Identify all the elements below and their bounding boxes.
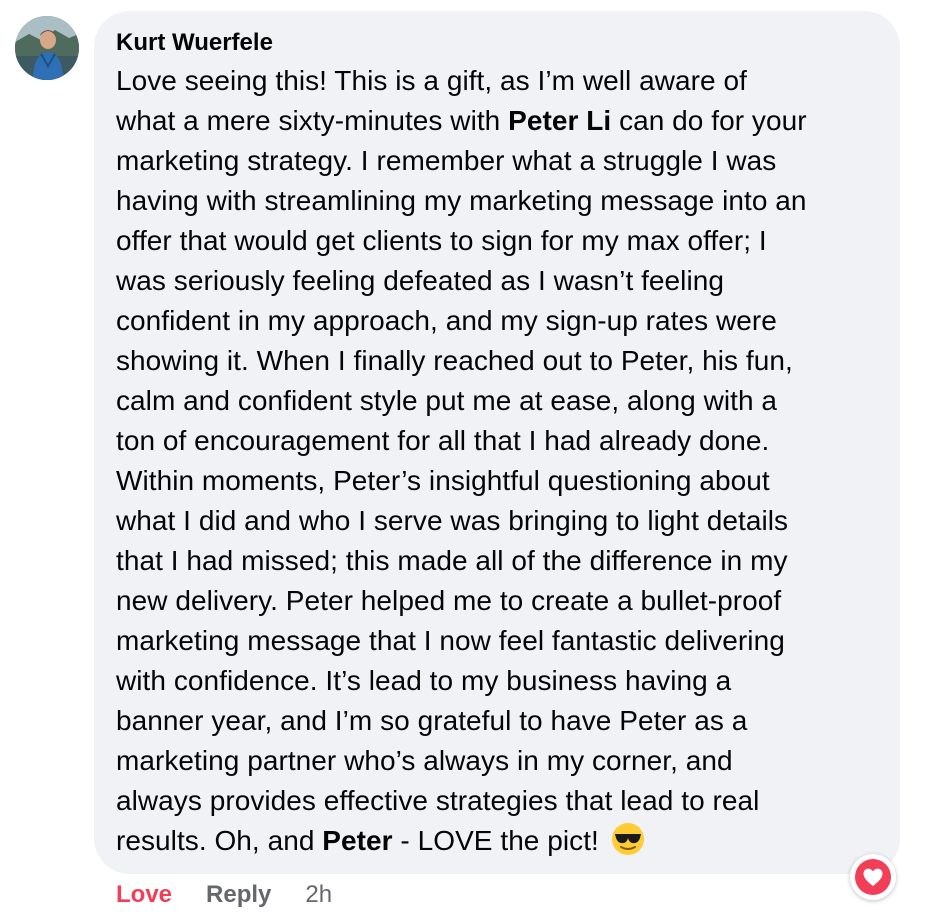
comment-line-text: - LOVE the pict!	[392, 825, 607, 856]
comment-line-text: that I had missed; this made all of the …	[116, 545, 788, 576]
comment-line: that I had missed; this made all of the …	[116, 541, 880, 581]
comment-line: ton of encouragement for all that I had …	[116, 421, 880, 461]
love-reaction-button[interactable]: Love	[116, 881, 172, 909]
comment-line: having with streamlining my marketing me…	[116, 181, 880, 221]
timestamp[interactable]: 2h	[305, 881, 332, 909]
comment-line: banner year, and I’m so grateful to have…	[116, 701, 880, 741]
comment-line: what I did and who I serve was bringing …	[116, 501, 880, 541]
comment-line-text: confident in my approach, and my sign-up…	[116, 305, 777, 336]
comment-line-text: Love seeing this! This is a gift, as I’m…	[116, 65, 747, 96]
comment-line: new delivery. Peter helped me to create …	[116, 581, 880, 621]
comment-line: offer that would get clients to sign for…	[116, 221, 880, 261]
comment-line-text: always provides effective strategies tha…	[116, 785, 760, 816]
comment-line: what a mere sixty-minutes with Peter Li …	[116, 101, 880, 141]
comment-line-text: with confidence. It’s lead to my busines…	[116, 665, 732, 696]
sunglasses-emoji-icon	[611, 823, 644, 855]
comment-line-text: marketing partner who’s always in my cor…	[116, 745, 733, 776]
comment-line-text: new delivery. Peter helped me to create …	[116, 585, 782, 616]
reaction-badge[interactable]	[850, 854, 896, 900]
comment-line: with confidence. It’s lead to my busines…	[116, 661, 880, 701]
comment-line-text: calm and confident style put me at ease,…	[116, 385, 778, 416]
avatar-photo-icon	[15, 16, 79, 80]
mention-link[interactable]: Peter	[322, 825, 392, 856]
comment-line: marketing partner who’s always in my cor…	[116, 741, 880, 781]
comment-line-text: ton of encouragement for all that I had …	[116, 425, 770, 456]
comment-line-text: marketing message that I now feel fantas…	[116, 625, 785, 656]
comment-line-text: offer that would get clients to sign for…	[116, 225, 767, 256]
comment-line-text: what I did and who I serve was bringing …	[116, 505, 789, 536]
comment-line-text: results. Oh, and	[116, 825, 323, 856]
comment-line: confident in my approach, and my sign-up…	[116, 301, 880, 341]
comment-line-text: banner year, and I’m so grateful to have…	[116, 705, 748, 736]
comment-line: was seriously feeling defeated as I wasn…	[116, 261, 880, 301]
comment-line-text: showing it. When I finally reached out t…	[116, 345, 793, 376]
comment-line-text: can do for your	[611, 105, 807, 136]
avatar[interactable]	[15, 16, 79, 80]
comment-line-text: what a mere sixty-minutes with	[116, 105, 509, 136]
comment-line: marketing strategy. I remember what a st…	[116, 141, 880, 181]
comment-line: showing it. When I finally reached out t…	[116, 341, 880, 381]
comment-line: Love seeing this! This is a gift, as I’m…	[116, 61, 880, 101]
author-name[interactable]: Kurt Wuerfele	[116, 25, 273, 61]
comment-line-text: marketing strategy. I remember what a st…	[116, 145, 777, 176]
comment-line: Within moments, Peter’s insightful quest…	[116, 461, 880, 501]
comment-bubble: Kurt Wuerfele Love seeing this! This is …	[94, 11, 900, 874]
comment-line: always provides effective strategies tha…	[116, 781, 880, 821]
comment: Kurt Wuerfele Love seeing this! This is …	[0, 0, 950, 916]
heart-reaction-icon	[855, 859, 891, 895]
comment-text: Love seeing this! This is a gift, as I’m…	[116, 61, 880, 861]
comment-line-text: was seriously feeling defeated as I wasn…	[116, 265, 724, 296]
comment-line: marketing message that I now feel fantas…	[116, 621, 880, 661]
comment-line-text: having with streamlining my marketing me…	[116, 185, 807, 216]
comment-line-text: Within moments, Peter’s insightful quest…	[116, 465, 770, 496]
comment-line: results. Oh, and Peter - LOVE the pict!	[116, 821, 880, 861]
comment-line: calm and confident style put me at ease,…	[116, 381, 880, 421]
mention-link[interactable]: Peter Li	[508, 105, 611, 136]
reply-button[interactable]: Reply	[206, 881, 271, 909]
comment-actions: Love Reply 2h	[116, 878, 332, 912]
